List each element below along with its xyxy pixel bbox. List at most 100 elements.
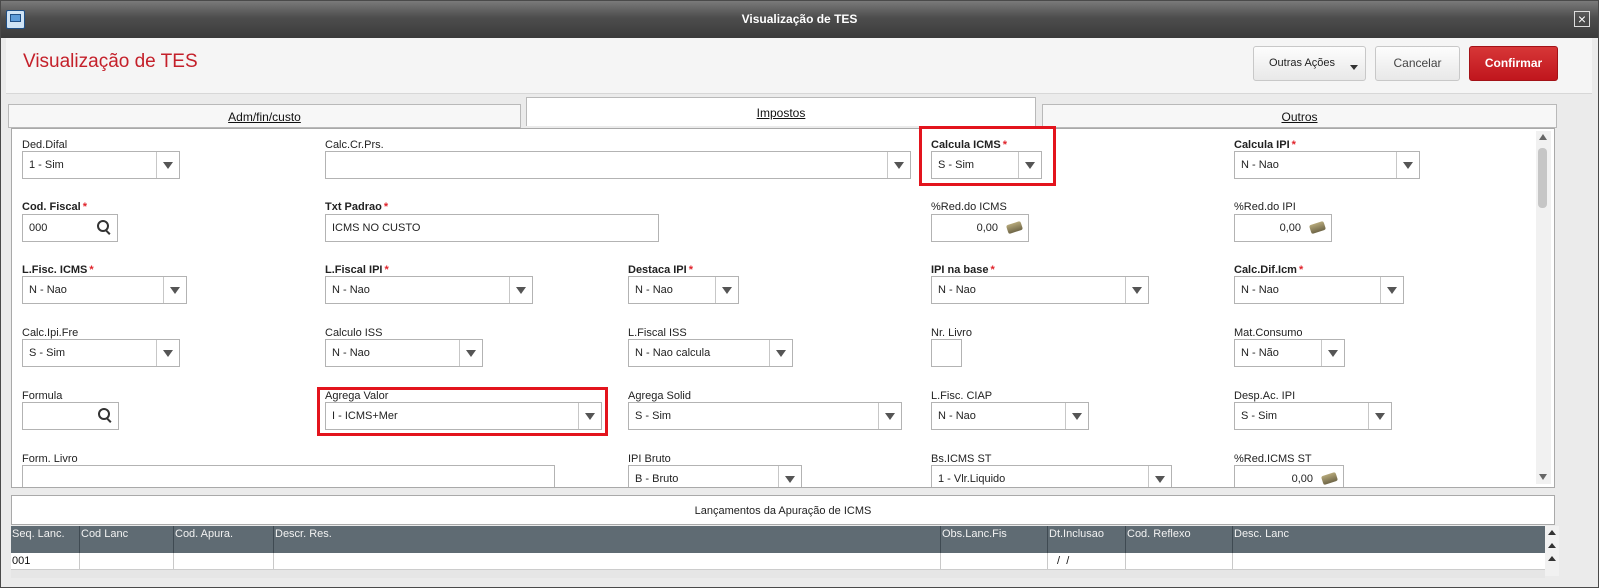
ded-difal-select[interactable]: 1 - Sim bbox=[22, 151, 180, 179]
calculator-icon-button[interactable] bbox=[1306, 215, 1331, 241]
table-cell[interactable]: 001 bbox=[11, 553, 80, 569]
window-title: Visualização de TES bbox=[741, 12, 858, 26]
chevron-down-icon[interactable] bbox=[1368, 403, 1391, 429]
column-header[interactable]: Cod. Reflexo bbox=[1126, 526, 1233, 553]
formula-input[interactable] bbox=[22, 402, 119, 430]
required-mark: * bbox=[89, 264, 94, 276]
table-cell[interactable] bbox=[1126, 553, 1233, 569]
mat-consumo-select[interactable]: N - Não bbox=[1234, 339, 1345, 367]
lfiscal-iss-select[interactable]: N - Nao calcula bbox=[628, 339, 793, 367]
red-icms-st-input[interactable]: 0,00 bbox=[1234, 465, 1344, 487]
outras-acoes-button[interactable]: Outras Ações bbox=[1253, 46, 1366, 81]
column-header[interactable]: Cod Lanc bbox=[80, 526, 174, 553]
chevron-down-icon[interactable] bbox=[1148, 466, 1171, 487]
form-livro-input[interactable] bbox=[22, 465, 555, 487]
lfiscal-ipi-value: N - Nao bbox=[332, 284, 370, 296]
search-icon-button[interactable] bbox=[92, 215, 117, 241]
scroll-page-up-icon[interactable] bbox=[1548, 543, 1556, 548]
tab-impostos[interactable]: Impostos bbox=[526, 97, 1036, 126]
chevron-down-icon[interactable] bbox=[1065, 403, 1088, 429]
chevron-down-icon[interactable] bbox=[878, 403, 901, 429]
table-cell[interactable] bbox=[274, 553, 941, 569]
chevron-down-icon[interactable] bbox=[1396, 152, 1419, 178]
table-cell[interactable] bbox=[80, 553, 174, 569]
calcula-ipi-select[interactable]: N - Nao bbox=[1234, 151, 1420, 179]
calc-ipi-fre-label: Calc.Ipi.Fre bbox=[22, 327, 79, 339]
scroll-up-icon[interactable] bbox=[1548, 556, 1556, 561]
table-cell[interactable] bbox=[174, 553, 274, 569]
chevron-down-icon[interactable] bbox=[459, 340, 482, 366]
chevron-down-icon[interactable] bbox=[1125, 277, 1148, 303]
red-ipi-value: 0,00 bbox=[1279, 222, 1301, 234]
ipi-bruto-select[interactable]: B - Bruto bbox=[628, 465, 802, 487]
chevron-down-icon[interactable] bbox=[156, 340, 179, 366]
txt-padrao-input[interactable]: ICMS NO CUSTO bbox=[325, 214, 659, 242]
chevron-down-icon bbox=[1350, 65, 1358, 70]
tab-label: Impostos bbox=[756, 106, 806, 120]
destaca-ipi-select[interactable]: N - Nao bbox=[628, 276, 739, 304]
grid-horizontal-scrollbar[interactable] bbox=[11, 570, 1545, 578]
lfisc-icms-value: N - Nao bbox=[29, 284, 67, 296]
outras-acoes-label: Outras Ações bbox=[1269, 57, 1336, 69]
chevron-down-icon[interactable] bbox=[163, 277, 186, 303]
column-header[interactable]: Descr. Res. bbox=[274, 526, 941, 553]
tab-adm-fin-custo[interactable]: Adm/fin/custo bbox=[8, 104, 521, 128]
calculator-icon bbox=[1320, 471, 1339, 486]
table-cell[interactable] bbox=[1233, 553, 1545, 569]
ipi-na-base-label-text: IPI na base bbox=[931, 264, 989, 276]
calc-cr-prs-select[interactable] bbox=[325, 151, 911, 179]
scroll-down-icon[interactable] bbox=[1539, 474, 1547, 480]
confirm-button[interactable]: Confirmar bbox=[1469, 46, 1558, 81]
nr-livro-input[interactable] bbox=[931, 339, 962, 367]
agrega-solid-select[interactable]: S - Sim bbox=[628, 402, 902, 430]
cancel-button[interactable]: Cancelar bbox=[1375, 46, 1460, 81]
search-icon-button[interactable] bbox=[93, 403, 118, 429]
column-header[interactable]: Seq. Lanc. bbox=[11, 526, 80, 553]
lfiscal-ipi-select[interactable]: N - Nao bbox=[325, 276, 533, 304]
column-header[interactable]: Desc. Lanc bbox=[1233, 526, 1545, 553]
lfisc-ciap-select[interactable]: N - Nao bbox=[931, 402, 1089, 430]
table-row[interactable]: 001 / / bbox=[11, 553, 1545, 570]
red-icms-value: 0,00 bbox=[976, 222, 998, 234]
destaca-ipi-value: N - Nao bbox=[635, 284, 673, 296]
chevron-down-icon[interactable] bbox=[1321, 340, 1344, 366]
impostos-form-panel: Ded.Difal 1 - Sim Calc.Cr.Prs. Calcula I… bbox=[11, 128, 1555, 488]
chevron-down-icon[interactable] bbox=[156, 152, 179, 178]
cod-fiscal-input[interactable]: 000 bbox=[22, 214, 118, 242]
scroll-thumb[interactable] bbox=[1538, 148, 1547, 208]
calculo-iss-select[interactable]: N - Nao bbox=[325, 339, 483, 367]
red-icms-input[interactable]: 0,00 bbox=[931, 214, 1029, 242]
chevron-down-icon[interactable] bbox=[509, 277, 532, 303]
table-cell[interactable]: / / bbox=[1048, 553, 1126, 569]
tab-outros[interactable]: Outros bbox=[1042, 104, 1557, 128]
red-ipi-input[interactable]: 0,00 bbox=[1234, 214, 1332, 242]
scroll-up-icon[interactable] bbox=[1539, 134, 1547, 140]
ipi-na-base-select[interactable]: N - Nao bbox=[931, 276, 1149, 304]
desp-ac-ipi-select[interactable]: S - Sim bbox=[1234, 402, 1392, 430]
table-cell[interactable] bbox=[941, 553, 1048, 569]
column-header[interactable]: Dt.Inclusao bbox=[1048, 526, 1126, 553]
bs-icms-st-select[interactable]: 1 - Vlr.Liquido bbox=[931, 465, 1172, 487]
chevron-down-icon[interactable] bbox=[769, 340, 792, 366]
calc-dif-icm-select[interactable]: N - Nao bbox=[1234, 276, 1404, 304]
red-icms-st-value: 0,00 bbox=[1291, 473, 1313, 485]
chevron-down-icon[interactable] bbox=[715, 277, 738, 303]
nr-livro-label: Nr. Livro bbox=[931, 327, 972, 339]
ded-difal-label: Ded.Difal bbox=[22, 139, 68, 151]
lfisc-icms-select[interactable]: N - Nao bbox=[22, 276, 187, 304]
scroll-top-icon[interactable] bbox=[1548, 530, 1556, 535]
calculator-icon bbox=[1308, 220, 1327, 235]
form-vertical-scrollbar[interactable] bbox=[1536, 131, 1551, 484]
chevron-down-icon[interactable] bbox=[887, 152, 910, 178]
calculator-icon-button[interactable] bbox=[1318, 466, 1343, 487]
chevron-down-icon[interactable] bbox=[778, 466, 801, 487]
formula-label: Formula bbox=[22, 390, 63, 402]
column-header[interactable]: Obs.Lanc.Fis bbox=[941, 526, 1048, 553]
required-mark: * bbox=[82, 201, 87, 213]
calc-ipi-fre-select[interactable]: S - Sim bbox=[22, 339, 180, 367]
page-title: Visualização de TES bbox=[23, 51, 198, 72]
calculator-icon-button[interactable] bbox=[1003, 215, 1028, 241]
column-header[interactable]: Cod. Apura. bbox=[174, 526, 274, 553]
chevron-down-icon[interactable] bbox=[1380, 277, 1403, 303]
close-icon[interactable]: × bbox=[1574, 11, 1590, 27]
